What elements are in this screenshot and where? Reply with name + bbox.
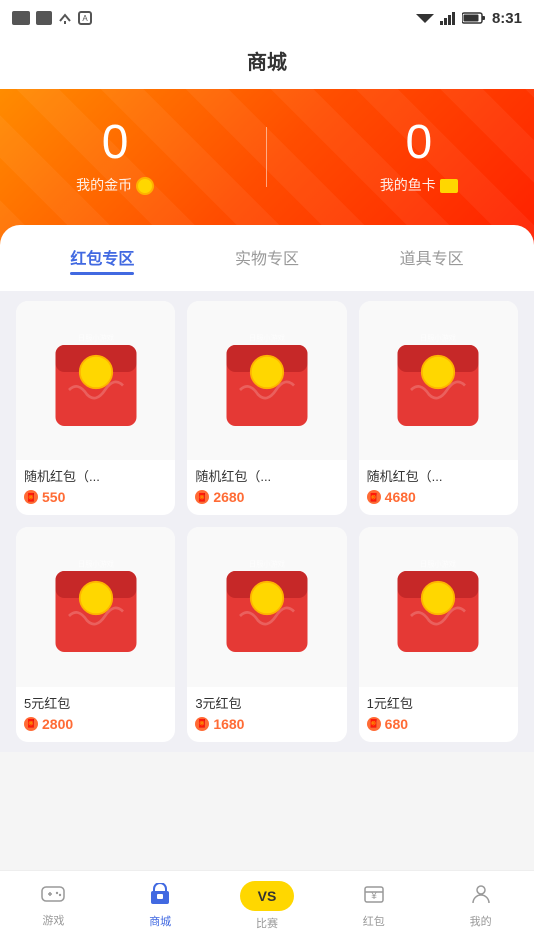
- hero-stats: 0 我的金币 0 我的鱼卡: [20, 119, 514, 195]
- app-icon-2: [36, 11, 52, 25]
- product-price-3: 🧧 4680: [367, 489, 510, 505]
- coins-label: 我的金币: [76, 175, 154, 195]
- product-info-5: 3元红包 🧧 1680: [187, 687, 346, 742]
- product-card-6[interactable]: 日服小游戏 1元红包 🧧 680: [359, 527, 518, 741]
- product-price-1: 🧧 550: [24, 489, 167, 505]
- product-card-4[interactable]: 日服小游戏 5元红包 🧧 2800: [16, 527, 175, 741]
- product-info-2: 随机红包（... 🧧 2680: [187, 460, 346, 515]
- product-image-2: 日服小游戏: [187, 301, 346, 460]
- fishcard-label: 我的鱼卡: [380, 175, 458, 195]
- product-card-2[interactable]: 日服小游戏 随机红包（... 🧧 2680: [187, 301, 346, 515]
- product-info-4: 5元红包 🧧 2800: [16, 687, 175, 742]
- price-value-5: 1680: [213, 716, 244, 732]
- svg-text:日服小游戏: 日服小游戏: [420, 333, 456, 342]
- product-price-6: 🧧 680: [367, 716, 510, 732]
- svg-text:日服小游戏: 日服小游戏: [78, 559, 114, 568]
- svg-text:日服小游戏: 日服小游戏: [249, 559, 285, 568]
- signal-icon: [440, 11, 456, 25]
- price-value-2: 2680: [213, 489, 244, 505]
- product-grid: 日服小游戏 随机红包（... 🧧 550: [0, 291, 534, 752]
- app-icon-3: [58, 11, 72, 25]
- product-name-5: 3元红包: [195, 693, 338, 712]
- product-name-4: 5元红包: [24, 693, 167, 712]
- tab-physical[interactable]: 实物专区: [235, 245, 299, 275]
- hero-divider: [266, 127, 267, 187]
- app-icon-1: [12, 11, 30, 25]
- coin-icon: [136, 177, 154, 195]
- price-icon-5: 🧧: [195, 717, 209, 731]
- product-name-6: 1元红包: [367, 693, 510, 712]
- game-icon: [41, 884, 65, 908]
- product-name-1: 随机红包（...: [24, 466, 167, 485]
- nav-label-shop: 商城: [149, 913, 171, 929]
- redpacket-icon: ¥: [363, 883, 385, 909]
- product-info-6: 1元红包 🧧 680: [359, 687, 518, 742]
- status-time: 8:31: [492, 10, 522, 27]
- wifi-icon: [416, 11, 434, 25]
- product-info-1: 随机红包（... 🧧 550: [16, 460, 175, 515]
- nav-item-vs[interactable]: VS 比赛: [214, 881, 321, 931]
- price-value-4: 2800: [42, 716, 73, 732]
- price-icon-3: 🧧: [367, 490, 381, 504]
- price-value-6: 680: [385, 716, 408, 732]
- status-bar: A 8:31: [0, 0, 534, 36]
- vs-badge: VS: [240, 881, 294, 911]
- svg-text:日服小游戏: 日服小游戏: [420, 559, 456, 568]
- nav-item-game[interactable]: 游戏: [0, 884, 107, 928]
- fishcard-value: 0: [380, 119, 458, 167]
- nav-label-redpacket: 红包: [363, 913, 385, 929]
- price-icon-1: 🧧: [24, 490, 38, 504]
- app-icon-4: A: [78, 11, 92, 25]
- coins-value: 0: [76, 119, 154, 167]
- product-price-4: 🧧 2800: [24, 716, 167, 732]
- content-area[interactable]: 0 我的金币 0 我的鱼卡 红包专区 实物专区: [0, 89, 534, 869]
- product-info-3: 随机红包（... 🧧 4680: [359, 460, 518, 515]
- tab-redpacket[interactable]: 红包专区: [70, 245, 134, 275]
- product-price-5: 🧧 1680: [195, 716, 338, 732]
- product-name-3: 随机红包（...: [367, 466, 510, 485]
- product-card-5[interactable]: 日服小游戏 3元红包 🧧 1680: [187, 527, 346, 741]
- nav-label-vs: 比赛: [256, 915, 278, 931]
- product-card-3[interactable]: 日服小游戏 随机红包（... 🧧 4680: [359, 301, 518, 515]
- product-image-6: 日服小游戏: [359, 527, 518, 686]
- svg-text:A: A: [82, 14, 88, 23]
- nav-item-shop[interactable]: 商城: [107, 883, 214, 929]
- status-left-icons: A: [12, 11, 92, 25]
- coins-stat: 0 我的金币: [76, 119, 154, 195]
- nav-label-mine: 我的: [470, 913, 492, 929]
- hero-banner: 0 我的金币 0 我的鱼卡: [0, 89, 534, 245]
- tab-props[interactable]: 道具专区: [400, 245, 464, 275]
- battery-icon: [462, 11, 486, 25]
- nav-label-game: 游戏: [42, 912, 64, 928]
- category-tabs: 红包专区 实物专区 道具专区: [0, 245, 534, 291]
- page-title: 商城: [0, 46, 534, 75]
- fishcard-icon: [440, 179, 458, 193]
- mine-icon: [470, 883, 492, 909]
- price-icon-4: 🧧: [24, 717, 38, 731]
- price-icon-2: 🧧: [195, 490, 209, 504]
- product-card-1[interactable]: 日服小游戏 随机红包（... 🧧 550: [16, 301, 175, 515]
- nav-item-redpacket[interactable]: ¥ 红包: [320, 883, 427, 929]
- nav-item-mine[interactable]: 我的: [427, 883, 534, 929]
- product-price-2: 🧧 2680: [195, 489, 338, 505]
- page-header: 商城: [0, 36, 534, 89]
- shop-icon: [149, 883, 171, 909]
- product-name-2: 随机红包（...: [195, 466, 338, 485]
- product-image-3: 日服小游戏: [359, 301, 518, 460]
- status-right-info: 8:31: [416, 10, 522, 27]
- bottom-nav: 游戏 商城 VS 比赛 ¥ 红包: [0, 870, 534, 950]
- svg-text:日服小游戏: 日服小游戏: [78, 333, 114, 342]
- product-image-5: 日服小游戏: [187, 527, 346, 686]
- price-value-1: 550: [42, 489, 65, 505]
- tabs-section: 红包专区 实物专区 道具专区 日服小游戏: [0, 225, 534, 752]
- product-image-4: 日服小游戏: [16, 527, 175, 686]
- fishcard-stat: 0 我的鱼卡: [380, 119, 458, 195]
- product-image-1: 日服小游戏: [16, 301, 175, 460]
- price-icon-6: 🧧: [367, 717, 381, 731]
- price-value-3: 4680: [385, 489, 416, 505]
- svg-text:日服小游戏: 日服小游戏: [249, 333, 285, 342]
